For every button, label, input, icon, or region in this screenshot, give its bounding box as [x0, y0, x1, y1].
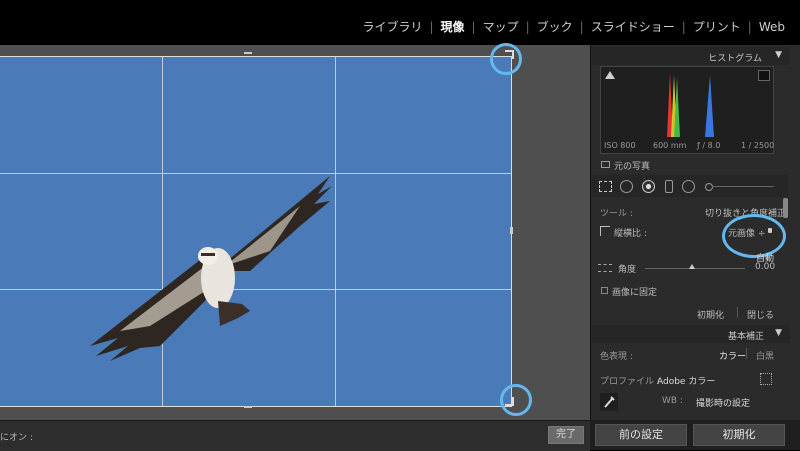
- crop-aspect-icon: [600, 226, 610, 236]
- angle-label: 角度: [618, 265, 637, 275]
- angle-value[interactable]: 0.00: [755, 262, 775, 272]
- basic-header[interactable]: 基本補正 ▼: [592, 325, 790, 343]
- angle-slider-thumb[interactable]: [689, 264, 695, 269]
- profile-label: プロファイル :: [600, 377, 660, 387]
- exif-shutter: 1 / 2500: [741, 141, 775, 150]
- eyedropper-glyph: [604, 396, 615, 408]
- histogram-header[interactable]: ヒストグラム ▼: [592, 47, 790, 65]
- crop-overlay-tool-icon[interactable]: [599, 181, 612, 192]
- annotation-circle: [500, 384, 532, 416]
- separator: [746, 348, 747, 359]
- module-slideshow[interactable]: スライドショー: [584, 18, 682, 35]
- red-eye-icon[interactable]: [642, 180, 655, 193]
- exif-focal: 600 mm: [653, 141, 687, 150]
- crop-close-button[interactable]: 閉じる: [747, 308, 774, 321]
- module-map[interactable]: マップ: [476, 18, 526, 35]
- exif-aperture: ƒ / 8.0: [697, 141, 721, 150]
- bottom-toolbar: [0, 420, 590, 451]
- done-button[interactable]: 完了: [548, 426, 584, 444]
- profile-dropdown[interactable]: Adobe カラー: [657, 374, 715, 387]
- treatment-bw[interactable]: 白黒: [756, 349, 774, 362]
- brush-icon[interactable]: [705, 183, 713, 191]
- graduated-filter-icon[interactable]: [665, 180, 673, 193]
- angle-slider[interactable]: [645, 268, 745, 269]
- original-photo-label: 元の写真: [614, 162, 651, 172]
- treatment-label: 色表現 :: [600, 352, 633, 362]
- eyedropper-icon[interactable]: [600, 393, 618, 411]
- module-web[interactable]: Web: [752, 20, 792, 34]
- profile-browser-icon[interactable]: [760, 373, 772, 385]
- shadow-clipping-icon[interactable]: [605, 71, 615, 79]
- module-bar: ライブラリ | 現像 | マップ | ブック | スライドショー | プリント | Web: [0, 0, 800, 45]
- histogram-title: ヒストグラム: [708, 54, 762, 64]
- straighten-tool-icon[interactable]: [598, 264, 612, 272]
- wb-dropdown[interactable]: 撮影時の設定: [696, 396, 750, 409]
- crop-frame[interactable]: [0, 56, 512, 407]
- annotation-circle: [490, 43, 522, 75]
- collapse-triangle-icon[interactable]: ▼: [775, 328, 782, 338]
- crop-right-handle[interactable]: [510, 227, 513, 234]
- tool-label: ツール :: [600, 209, 633, 219]
- constrain-checkbox[interactable]: [601, 287, 608, 294]
- crop-top-handle[interactable]: [244, 52, 252, 54]
- treatment-color[interactable]: カラー: [719, 349, 746, 362]
- radial-filter-icon[interactable]: [682, 180, 695, 193]
- module-develop[interactable]: 現像: [434, 18, 472, 35]
- separator: [737, 307, 738, 318]
- original-photo-icon[interactable]: [601, 161, 610, 168]
- annotation-circle: [722, 214, 786, 258]
- spot-removal-icon[interactable]: [620, 180, 633, 193]
- collapse-triangle-icon[interactable]: ▼: [775, 50, 782, 60]
- toolbar-label: にオン :: [0, 433, 33, 443]
- previous-settings-button[interactable]: 前の設定: [595, 424, 687, 446]
- module-print[interactable]: プリント: [686, 18, 748, 35]
- brush-slider[interactable]: [712, 186, 774, 187]
- reset-all-button[interactable]: 初期化: [693, 424, 785, 446]
- module-library[interactable]: ライブラリ: [355, 18, 429, 35]
- crop-reset-button[interactable]: 初期化: [697, 308, 724, 321]
- module-book[interactable]: ブック: [530, 18, 580, 35]
- panel-scrollbar[interactable]: [783, 198, 788, 218]
- aspect-label: 縦横比 :: [614, 229, 647, 239]
- basic-title: 基本補正: [727, 332, 764, 342]
- module-nav: ライブラリ | 現像 | マップ | ブック | スライドショー | プリント | Web: [355, 18, 792, 35]
- highlight-clipping-icon[interactable]: [758, 70, 770, 81]
- crop-bottom-handle[interactable]: [244, 406, 252, 408]
- wb-label: WB :: [662, 396, 683, 406]
- constrain-label: 画像に固定: [612, 288, 658, 298]
- exif-iso: ISO 800: [604, 141, 636, 150]
